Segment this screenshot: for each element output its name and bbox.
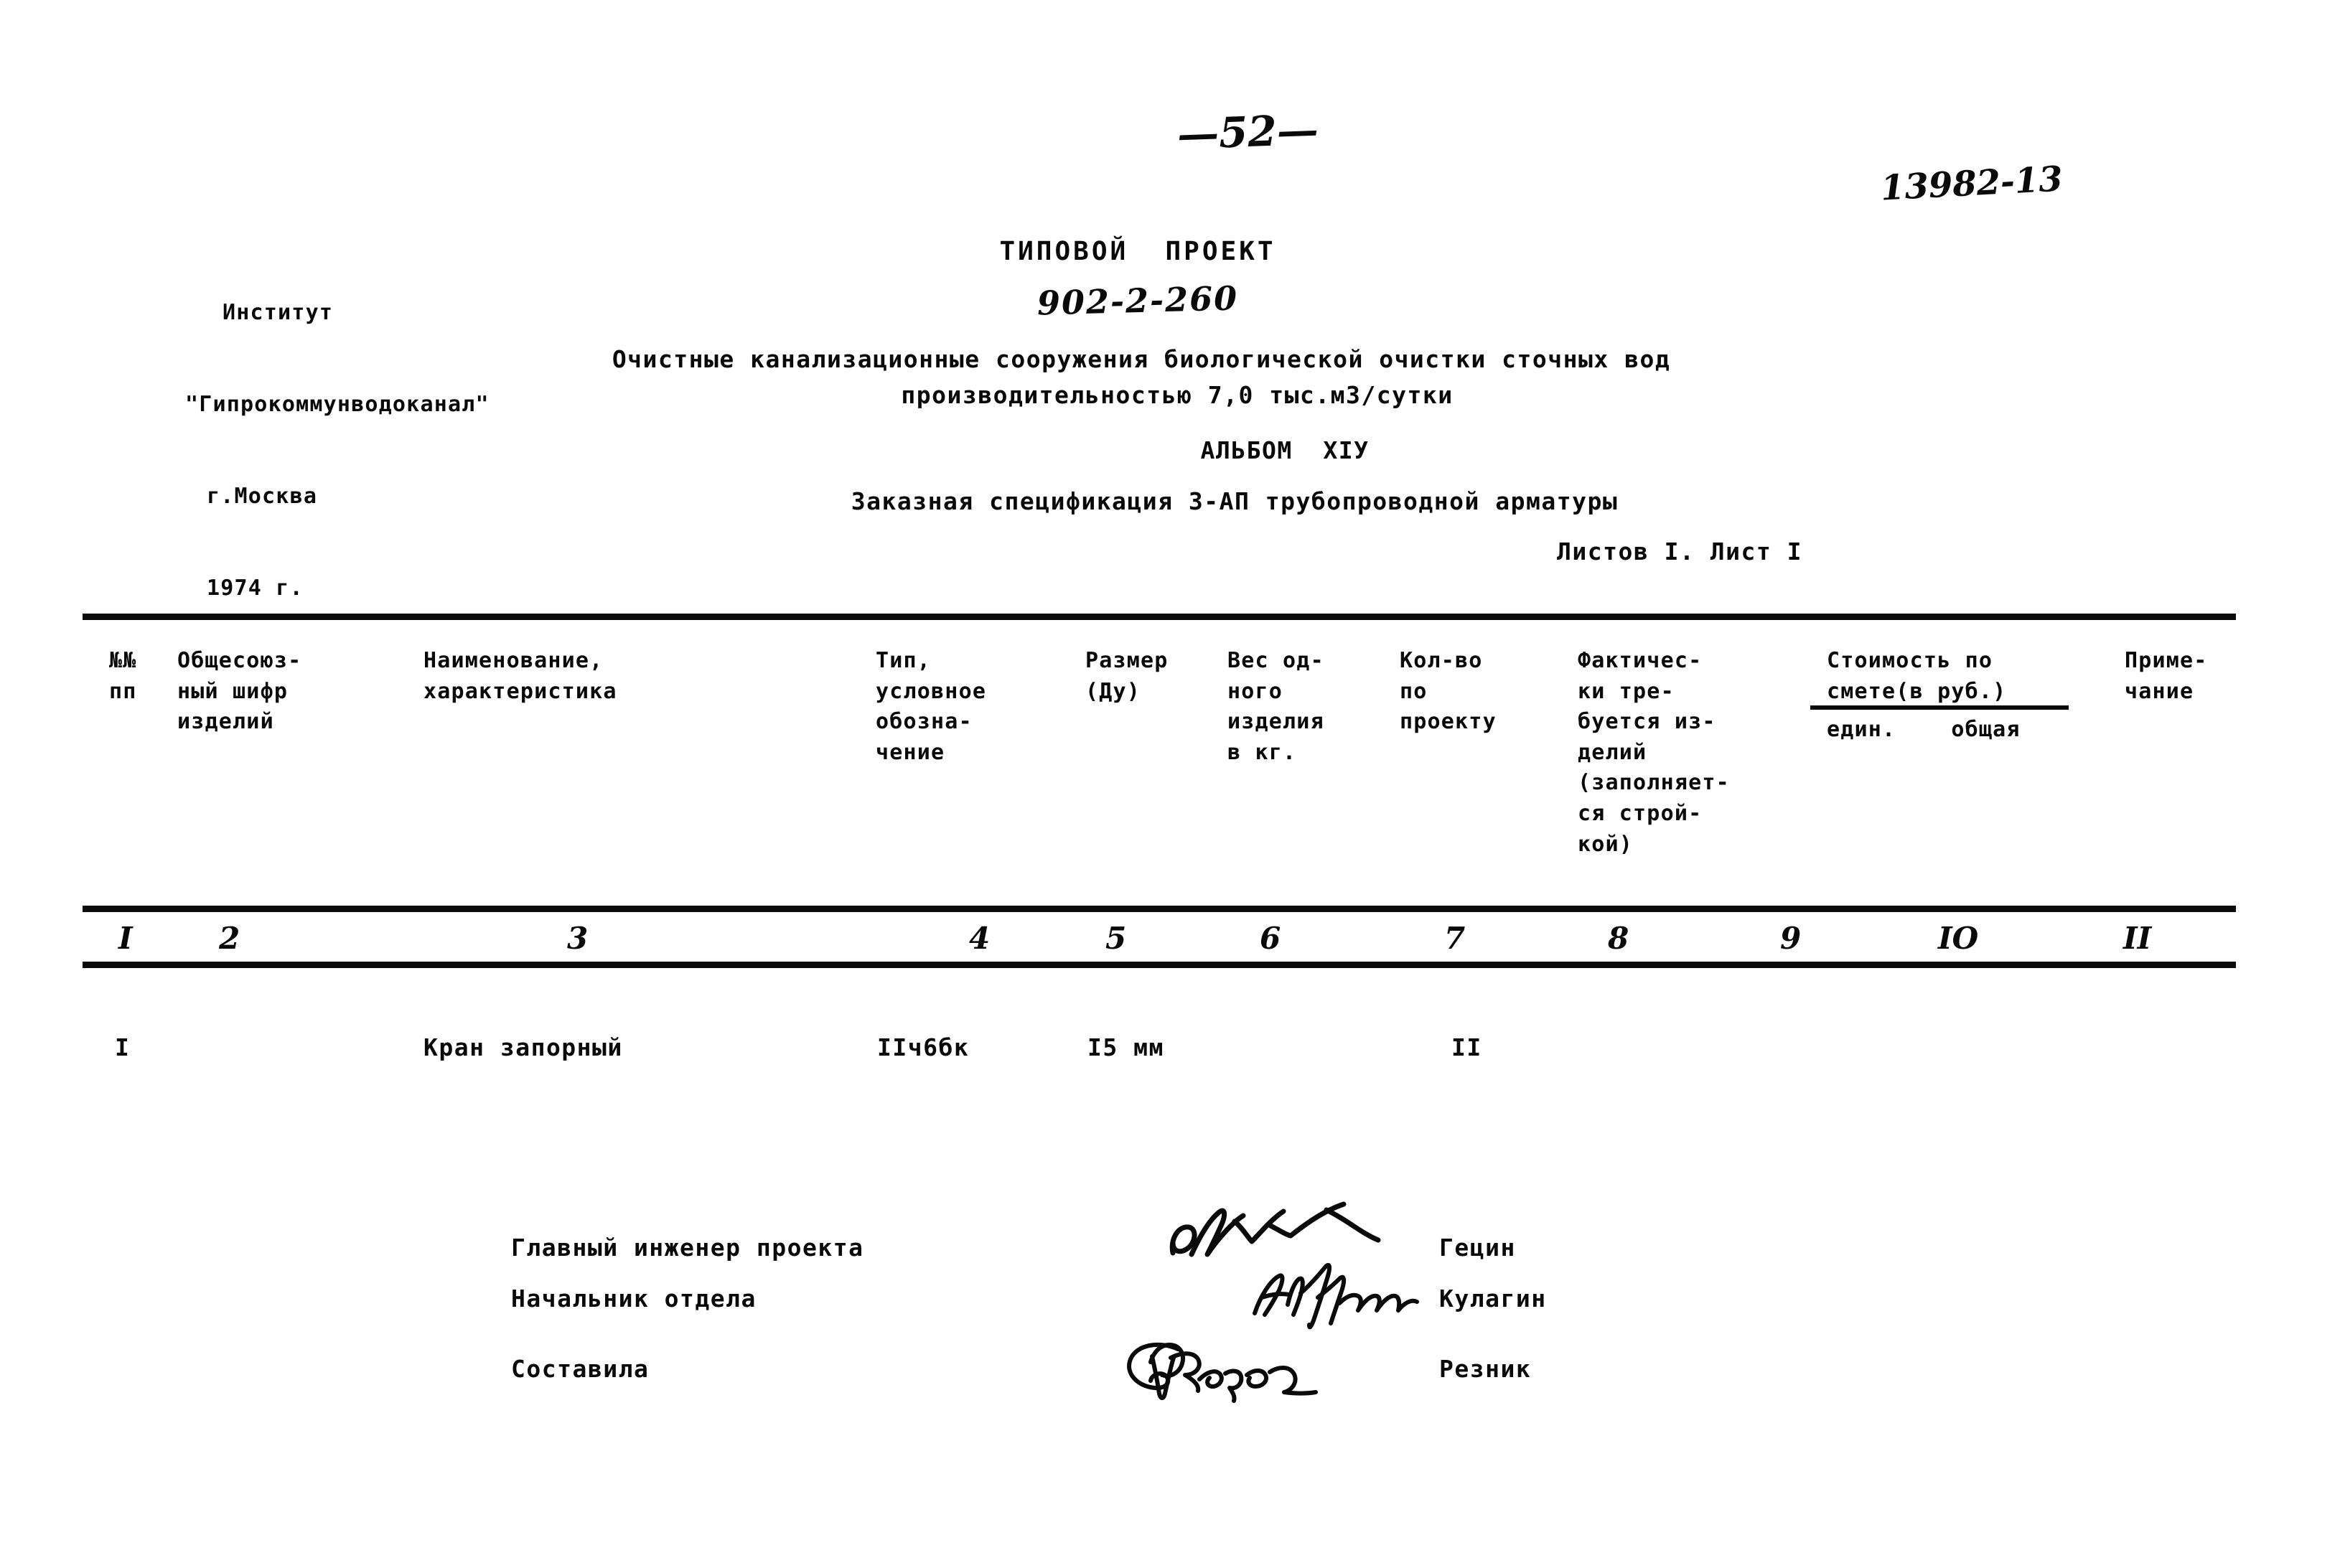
header-line: №№ — [109, 648, 137, 673]
document-page: —52— 13982-13 Институт "Гипрокоммунводок… — [0, 0, 2340, 1568]
header-line: ного — [1227, 678, 1283, 704]
header-line: чание — [2125, 678, 2194, 704]
header-line: условное — [876, 678, 987, 704]
header-line: изделия — [1227, 709, 1324, 735]
table-header-shifr: Общесоюз-ный шифр изделий — [177, 646, 301, 738]
table-cell-name: Кран запорный — [423, 1033, 623, 1061]
specification-title: Заказная спецификация З-АП трубопроводно… — [851, 487, 1619, 515]
header-line: смете(в руб.) — [1827, 678, 2007, 704]
document-archive-code: 13982-13 — [1879, 159, 2064, 209]
header-line: Общесоюз- — [177, 648, 302, 673]
signature-mark-department-head — [1253, 1262, 1419, 1330]
signature-name-compiler: Резник — [1439, 1355, 1532, 1383]
signature-mark-compiler — [1127, 1342, 1318, 1403]
table-column-number: 7 — [1444, 921, 1466, 956]
header-line: ся строй- — [1578, 800, 1703, 826]
document-kind-title: ТИПОВОЙ ПРОЕКТ — [999, 237, 1276, 266]
table-column-number: II — [2123, 921, 2152, 956]
header-line: пп — [109, 678, 137, 704]
header-line: Кол-во — [1400, 648, 1483, 673]
signature-role-compiler: Составила — [511, 1355, 650, 1383]
header-line: в кг. — [1227, 739, 1297, 765]
header-line: проекту — [1400, 709, 1497, 735]
table-header-type: Тип, условное обозна-чение — [876, 646, 986, 768]
institute-year: 1974 г. — [207, 575, 304, 601]
header-line: Приме- — [2125, 648, 2208, 673]
table-column-number: 3 — [567, 921, 589, 956]
header-line: Фактичес- — [1578, 648, 1703, 673]
table-column-number: 4 — [969, 921, 991, 956]
table-cell-quantity: II — [1451, 1033, 1482, 1061]
project-code: 902-2-260 — [1036, 278, 1239, 323]
table-header-weight: Вес од-ного изделия в кг. — [1227, 646, 1324, 768]
project-description-line-1: Очистные канализационные сооружения биол… — [612, 345, 1671, 373]
table-header-quantity: Кол-во по проекту — [1400, 646, 1497, 738]
table-rule-top — [83, 614, 2236, 620]
table-header-cost-sub: един. общая — [1827, 715, 2021, 746]
header-line: делий — [1578, 739, 1647, 765]
table-row: I — [115, 1033, 131, 1061]
table-column-number: 8 — [1608, 921, 1629, 956]
header-line: Тип, — [876, 648, 932, 673]
header-line: ный шифр — [177, 678, 289, 704]
header-line: кой) — [1578, 831, 1634, 857]
table-header-note: Приме-чание — [2125, 646, 2208, 707]
table-rule-bottom — [83, 962, 2236, 968]
institute-block: Институт "Гипрокоммунводоканал" г.Москва… — [185, 237, 490, 665]
signature-name-chief-engineer: Гецин — [1439, 1234, 1516, 1262]
header-line: изделий — [177, 709, 274, 735]
header-line: чение — [876, 739, 945, 765]
header-line: Размер — [1085, 648, 1169, 673]
signature-role-department-head: Начальник отдела — [511, 1285, 757, 1313]
table-cell-type: IIч6бк — [877, 1033, 970, 1061]
table-header-required: Фактичес-ки тре-буется из-делий (заполняе… — [1578, 646, 1730, 860]
institute-line-2: "Гипрокоммунводоканал" — [185, 391, 490, 417]
table-header-cost: Стоимость по смете(в руб.) — [1827, 646, 2006, 707]
header-line: (Ду) — [1085, 678, 1141, 704]
header-line: един. общая — [1827, 717, 2021, 742]
table-column-number: 9 — [1780, 921, 1802, 956]
header-line: Стоимость по — [1827, 648, 1993, 673]
page-number-handwritten: —52— — [1176, 105, 1319, 159]
table-column-number: 2 — [219, 921, 240, 956]
header-line: Вес од- — [1227, 648, 1324, 673]
header-line: (заполняет- — [1578, 770, 1730, 796]
table-cell-size: I5 мм — [1087, 1033, 1164, 1061]
table-column-number: I — [118, 921, 133, 956]
header-line: буется из- — [1578, 709, 1716, 735]
table-header-index: №№ пп — [109, 646, 137, 707]
table-header-name: Наименование, характеристика — [423, 646, 617, 707]
institute-line-1: Институт — [223, 300, 334, 326]
table-column-number: 5 — [1105, 921, 1127, 956]
table-rule-middle — [83, 906, 2236, 912]
header-line: по — [1400, 678, 1428, 704]
header-line: ки тре- — [1578, 678, 1675, 704]
table-header-size: Размер (Ду) — [1085, 646, 1169, 707]
album-title: АЛЬБОМ XIУ — [1200, 436, 1370, 464]
signature-role-chief-engineer: Главный инженер проекта — [511, 1234, 864, 1262]
header-line: обозна- — [876, 709, 973, 735]
table-column-number: 6 — [1260, 921, 1281, 956]
sheet-count: Листов I. Лист I — [1557, 537, 1802, 565]
signature-name-department-head: Кулагин — [1439, 1285, 1547, 1313]
project-description-line-2: производительностью 7,0 тыс.м3/сутки — [901, 381, 1454, 409]
header-line: характеристика — [423, 678, 617, 704]
table-column-number: IO — [1938, 921, 1979, 956]
header-line: Наименование, — [423, 648, 604, 673]
institute-city: г.Москва — [207, 483, 318, 509]
signature-mark-chief-engineer — [1169, 1201, 1381, 1257]
